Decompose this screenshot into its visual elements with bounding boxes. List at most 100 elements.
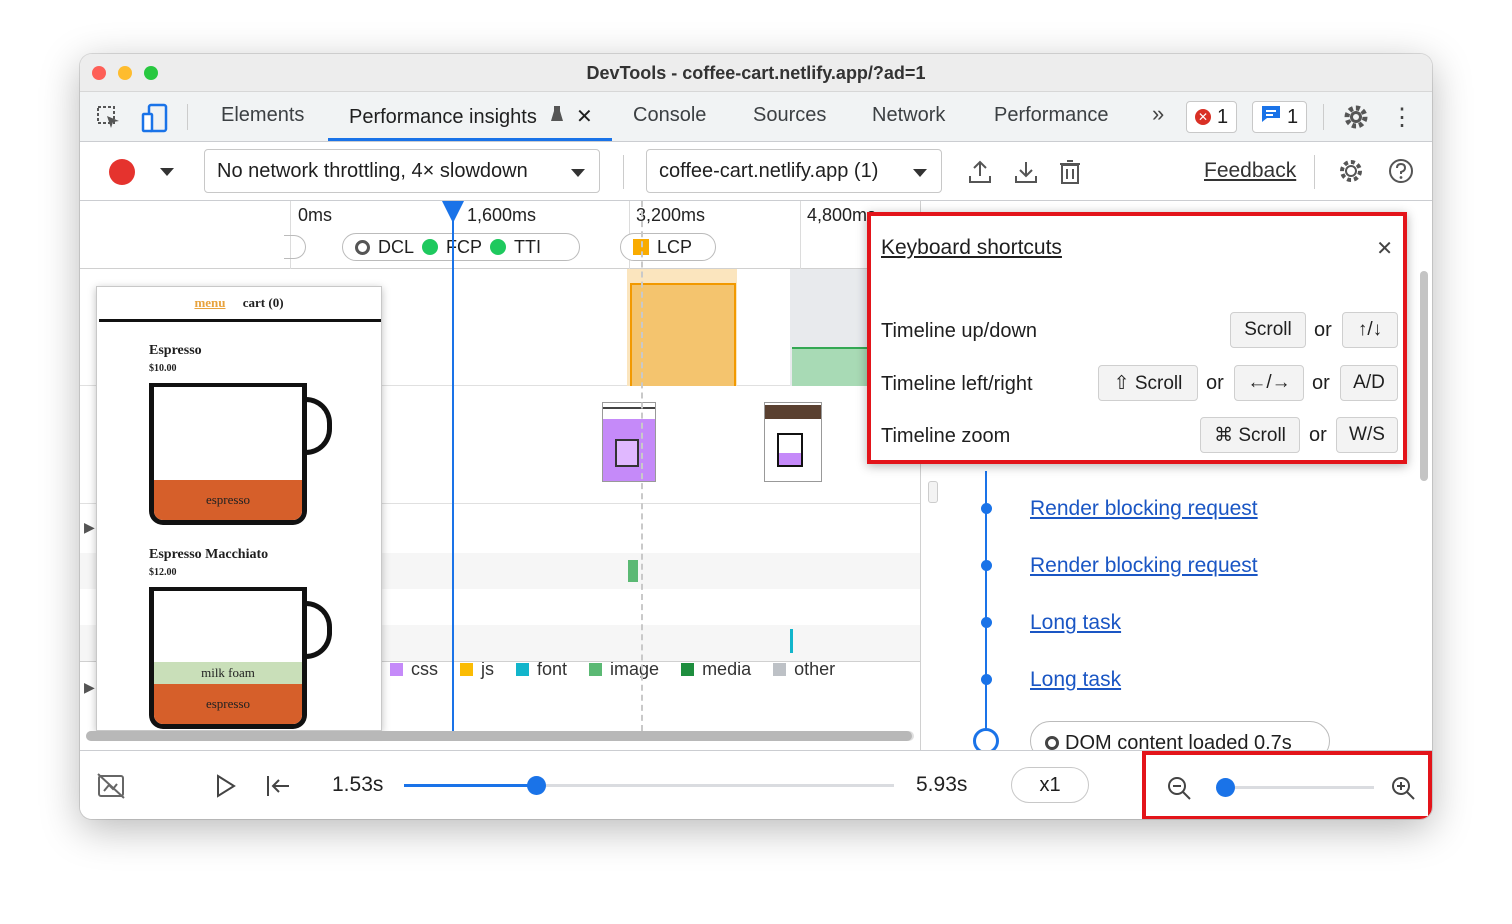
screenshot-toggle-icon[interactable] [95, 771, 127, 801]
insight-link-long-task[interactable]: Long task [1030, 668, 1121, 692]
legend-label: media [702, 659, 752, 679]
scrollbar-thumb[interactable] [86, 731, 912, 741]
divider [1323, 104, 1324, 130]
espresso-cup-icon: espresso [149, 383, 307, 525]
throttling-select[interactable]: No network throttling, 4× slowdown [204, 149, 600, 193]
zoom-in-icon[interactable] [1388, 773, 1418, 803]
legend-label: other [794, 659, 836, 679]
marker-pill-lcp[interactable]: LCP [620, 233, 716, 261]
playback-slider[interactable] [404, 776, 894, 795]
media-swatch-icon [681, 663, 695, 676]
timeline-dot [981, 560, 992, 571]
shortcut-key: W/S [1336, 417, 1398, 453]
record-options-dropdown-icon[interactable] [160, 168, 174, 176]
network-request-bar[interactable] [790, 629, 793, 653]
settings-gear-icon[interactable] [1341, 102, 1371, 132]
play-icon[interactable] [210, 771, 240, 801]
tick-label: 3,200ms [636, 205, 706, 225]
shortcut-key: A/D [1340, 365, 1398, 401]
messages-badge[interactable]: 1 [1252, 101, 1308, 133]
insight-link-render-blocking[interactable]: Render blocking request [1030, 497, 1258, 521]
zoom-slider[interactable] [1216, 778, 1374, 797]
playback-end-time: 5.93s [916, 773, 968, 796]
horizontal-scrollbar[interactable] [86, 731, 914, 741]
playhead-handle-icon[interactable] [442, 201, 464, 223]
marker-pill-dcl-fcp-tti[interactable]: DCL FCP TTI [342, 233, 580, 261]
experiment-flask-icon [550, 105, 564, 129]
recording-select[interactable]: coffee-cart.netlify.app (1) [646, 149, 942, 193]
zoom-out-icon[interactable] [1164, 773, 1194, 803]
record-button[interactable] [109, 159, 135, 185]
font-swatch-icon [516, 663, 529, 676]
tab-console[interactable]: Console [633, 104, 706, 127]
devtools-window: DevTools - coffee-cart.netlify.app/?ad=1… [80, 54, 1432, 819]
legend-item-css: css [390, 659, 438, 680]
playback-slider-thumb[interactable] [527, 776, 547, 795]
insight-link-render-blocking[interactable]: Render blocking request [1030, 554, 1258, 578]
more-options-icon[interactable]: ⋮ [1390, 102, 1414, 132]
expand-triangle-icon[interactable]: ▶ [84, 679, 95, 696]
tti-marker-icon [490, 239, 507, 255]
device-toolbar-icon[interactable] [140, 102, 170, 134]
preview-nav-menu: menu [194, 295, 226, 310]
zoom-controls-highlight [1142, 751, 1432, 819]
playback-speed-button[interactable]: x1 [1011, 767, 1089, 803]
jump-to-start-icon[interactable] [263, 771, 293, 801]
expand-triangle-icon[interactable]: ▶ [84, 519, 95, 536]
help-question-icon[interactable] [1386, 156, 1416, 186]
insight-link-long-task[interactable]: Long task [1030, 611, 1121, 635]
vertical-scrollbar-thumb[interactable] [1420, 271, 1428, 481]
recording-value: coffee-cart.netlify.app (1) [659, 160, 879, 182]
shortcut-key: ↑/↓ [1342, 312, 1398, 348]
cup-layer: espresso [154, 480, 302, 520]
capture-settings-gear-icon[interactable] [1336, 156, 1366, 186]
tab-elements[interactable]: Elements [221, 104, 304, 127]
legend-item-image: image [589, 659, 659, 680]
divider [1314, 155, 1315, 189]
delete-trash-icon[interactable] [1055, 157, 1085, 187]
network-request-bar[interactable] [628, 560, 638, 582]
cup-handle-icon [302, 601, 332, 659]
legend-item-font: font [516, 659, 567, 680]
cup-layer: milk foam [154, 662, 302, 684]
tab-sources[interactable]: Sources [753, 104, 826, 127]
feedback-link[interactable]: Feedback [1204, 159, 1296, 183]
download-icon[interactable] [1011, 157, 1041, 187]
or-text: or [1314, 319, 1332, 341]
errors-badge[interactable]: ✕ 1 [1186, 101, 1238, 133]
lcp-element-block [630, 283, 736, 386]
title-bar: DevTools - coffee-cart.netlify.app/?ad=1 [80, 54, 1432, 92]
legend-item-media: media [681, 659, 751, 680]
shortcut-key: Scroll [1230, 312, 1306, 348]
product-name: Espresso Macchiato [149, 547, 269, 562]
image-swatch-icon [589, 663, 603, 676]
close-tab-icon[interactable]: ✕ [576, 106, 593, 128]
chevron-down-icon [913, 169, 927, 177]
tab-network[interactable]: Network [872, 104, 945, 127]
other-swatch-icon [773, 663, 787, 676]
playback-bar: 1.53s 5.93s x1 [80, 750, 1432, 819]
time-ruler: 0ms 1,600ms 3,200ms 4,800ms DCL FCP TTI … [80, 201, 920, 269]
tick-label: 0ms [298, 205, 333, 225]
more-tabs-chevron-icon[interactable]: » [1152, 101, 1164, 127]
timeline-dot [981, 674, 992, 685]
shortcut-key: ←/→ [1234, 365, 1304, 401]
timeline-dot [981, 503, 992, 514]
tick-label: 1,600ms [467, 205, 537, 225]
screenshot-thumbnail[interactable] [602, 402, 656, 482]
preview-nav-cart: cart (0) [242, 295, 284, 310]
resize-handle[interactable] [928, 481, 938, 503]
tab-performance[interactable]: Performance [994, 104, 1109, 127]
inspect-element-icon[interactable] [94, 103, 124, 133]
screenshot-thumbnail[interactable] [764, 402, 822, 482]
tab-performance-insights[interactable]: Performance insights ✕ [349, 104, 593, 129]
divider [187, 104, 188, 130]
window-title: DevTools - coffee-cart.netlify.app/?ad=1 [586, 63, 926, 83]
close-icon[interactable]: ✕ [1376, 236, 1393, 261]
message-count: 1 [1287, 105, 1299, 128]
zoom-slider-thumb[interactable] [1216, 778, 1235, 797]
marker-label: DCL [378, 236, 415, 257]
upload-icon[interactable] [965, 157, 995, 187]
marker-label: LCP [657, 236, 693, 257]
tick-label: 4,800ms [807, 205, 877, 225]
